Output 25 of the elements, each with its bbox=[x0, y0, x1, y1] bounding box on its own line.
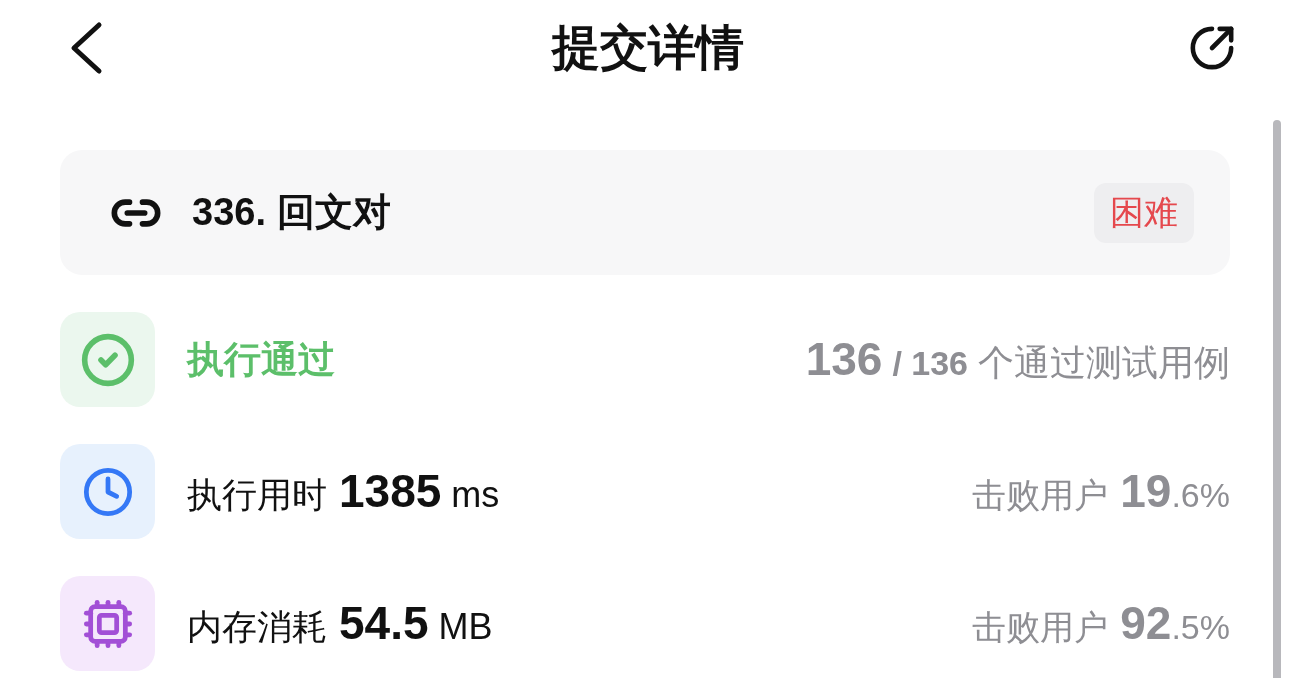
share-icon bbox=[1189, 24, 1235, 71]
difficulty-tag: 困难 bbox=[1094, 182, 1194, 243]
chip-icon bbox=[60, 576, 155, 671]
clock-icon bbox=[60, 444, 155, 539]
problem-card[interactable]: 336. 回文对 困难 bbox=[60, 150, 1230, 275]
passed-caption: 个通过测试用例 bbox=[978, 341, 1230, 385]
metric-value: 54.5 bbox=[339, 596, 429, 651]
metric-value: 1385 bbox=[339, 464, 442, 519]
metric-unit: MB bbox=[438, 605, 493, 649]
total-count: / 136 bbox=[892, 343, 968, 384]
chevron-left-icon bbox=[69, 20, 103, 75]
beats-fraction: .5% bbox=[1171, 607, 1230, 648]
beats-value: 92 bbox=[1120, 596, 1172, 651]
beats-value: 19 bbox=[1120, 464, 1172, 519]
passed-count: 136 bbox=[805, 332, 883, 387]
status-text: 执行通过 bbox=[187, 337, 335, 382]
problem-title: 336. 回文对 bbox=[192, 190, 391, 235]
metric-label: 执行用时 bbox=[187, 474, 327, 516]
page-title: 提交详情 bbox=[552, 19, 744, 76]
metric-label: 内存消耗 bbox=[187, 606, 327, 648]
beats-label: 击败用户 bbox=[972, 475, 1109, 516]
beats-label: 击败用户 bbox=[972, 607, 1109, 648]
metric-unit: ms bbox=[451, 473, 500, 517]
beats-fraction: .6% bbox=[1171, 475, 1230, 516]
scrollbar[interactable] bbox=[1273, 120, 1281, 678]
